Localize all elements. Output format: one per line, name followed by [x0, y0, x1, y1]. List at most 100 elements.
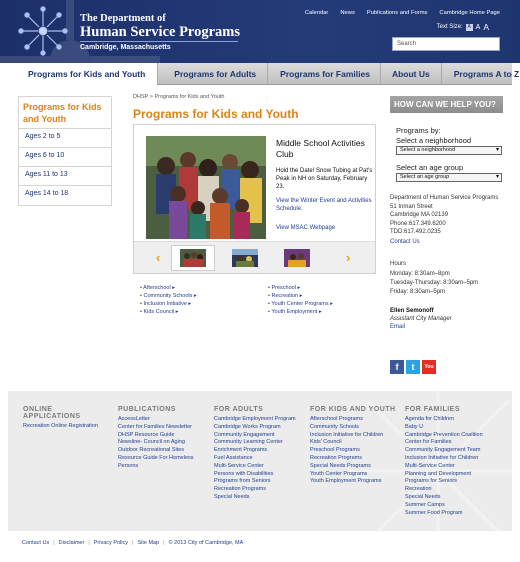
footer-link[interactable]: DHSP Resource Guide — [118, 432, 208, 440]
search-input[interactable]: Search — [392, 37, 500, 51]
youth-center-link[interactable]: Youth Center Programs ▸ — [268, 300, 333, 308]
footer-link[interactable]: Programs for Seniors — [405, 478, 500, 486]
footer-link[interactable]: AccessLetter — [118, 416, 208, 424]
footer-link[interactable]: Community Engagement — [214, 432, 304, 440]
youth-employment-link[interactable]: Youth Employment ▸ — [268, 308, 333, 316]
dept-name[interactable]: Human Service Programs — [80, 24, 240, 41]
text-size-large-button[interactable]: A — [483, 22, 489, 32]
footer-link[interactable]: Special Needs Programs — [310, 463, 405, 471]
footer-link[interactable]: Community Schools — [310, 424, 405, 432]
footer-link[interactable]: Summer Camps — [405, 502, 500, 510]
footer-link[interactable]: Community Engagement Team — [405, 447, 500, 455]
recreation-link[interactable]: Recreation ▸ — [268, 292, 333, 300]
site-map-link[interactable]: Site Map — [137, 540, 159, 546]
nav-programs-a-z[interactable]: Programs A to Z — [442, 63, 520, 85]
footer-link[interactable]: Multi-Service Center — [405, 463, 500, 471]
thumbnail-3[interactable] — [284, 249, 310, 267]
prev-arrow-icon[interactable]: ‹ — [156, 250, 160, 265]
nav-about-us[interactable]: About Us — [381, 63, 442, 85]
neighborhood-select[interactable]: Select a neighborhood — [396, 146, 502, 155]
email-link[interactable]: Email — [390, 323, 405, 331]
footer-link[interactable]: Fuel Assistance — [214, 455, 304, 463]
twitter-icon[interactable]: t — [406, 360, 420, 374]
sidebar-item-ages-6-10[interactable]: Ages 6 to 10 — [19, 148, 111, 167]
cambridge-home-link[interactable]: Cambridge Home Page — [439, 10, 500, 16]
footer-link[interactable]: Agenda for Children — [405, 416, 500, 424]
news-link[interactable]: News — [340, 10, 355, 16]
tdd-number: TDD:617.492.0235 — [390, 229, 441, 235]
facebook-icon[interactable]: f — [390, 360, 404, 374]
dept-title[interactable]: The Department of — [80, 13, 166, 24]
winter-schedule-link[interactable]: View the Winter Event and Activities Sch… — [276, 197, 376, 213]
feature-photo[interactable] — [146, 136, 266, 239]
nav-kids-youth[interactable]: Programs for Kids and Youth — [8, 63, 159, 85]
sidebar-item-ages-11-13[interactable]: Ages 11 to 13 — [19, 167, 111, 186]
footer-link[interactable]: Resource Guide For Homeless Persons — [118, 455, 208, 471]
footer-link[interactable]: Community Learning Center — [214, 439, 304, 447]
footer-link[interactable]: Center for Families — [405, 439, 500, 447]
youtube-icon[interactable]: You — [422, 360, 436, 374]
preschool-link[interactable]: Preschool ▸ — [268, 284, 333, 292]
footer-link[interactable]: Programs from Seniors — [214, 478, 304, 486]
footer-col-online-applications: ONLINE APPLICATIONS Recreation Online Re… — [23, 406, 103, 431]
afterschool-link[interactable]: Afterschool ▸ — [140, 284, 197, 292]
disclaimer-link[interactable]: Disclaimer — [59, 540, 85, 546]
footer-link[interactable]: Persons with Disabilities — [214, 471, 304, 479]
footer-link[interactable]: Enrichment Programs — [214, 447, 304, 455]
footer-link[interactable]: Recreation Programs — [214, 486, 304, 494]
privacy-policy-link[interactable]: Privacy Policy — [94, 540, 128, 546]
footer-link[interactable]: Baby U — [405, 424, 500, 432]
dhsp-logo-icon[interactable] — [18, 6, 68, 56]
footer-heading: FOR ADULTS — [214, 406, 264, 413]
footer-link[interactable]: Youth Center Programs — [310, 471, 405, 479]
footer-link[interactable]: Planning and Development — [405, 471, 500, 479]
footer-heading: PUBLICATIONS — [118, 406, 176, 413]
contact-us-footer-link[interactable]: Contact Us — [22, 540, 49, 546]
footer-link[interactable]: Youth Employment Programs — [310, 478, 405, 486]
footer-link[interactable]: Summer Food Program — [405, 510, 500, 518]
neighborhood-label: Select a neighborhood — [396, 136, 472, 145]
footer-link[interactable]: Inclusion Initiative for Children — [310, 432, 405, 440]
age-group-select[interactable]: Select an age group — [396, 173, 502, 182]
footer-link[interactable]: Preschool Programs — [310, 447, 405, 455]
main-nav: Programs for Kids and Youth Programs for… — [8, 63, 519, 85]
footer-link[interactable]: Cambridge Works Program — [214, 424, 304, 432]
footer-link[interactable]: Cambridge Prevention Coalition — [405, 432, 500, 440]
text-size-medium-button[interactable]: A — [476, 24, 481, 31]
next-arrow-icon[interactable]: › — [346, 250, 350, 265]
breadcrumb[interactable]: DHSP > Programs for Kids and Youth — [133, 94, 224, 100]
copyright[interactable]: © 2013 City of Cambridge, MA — [169, 540, 244, 546]
community-schools-link[interactable]: Community Schools ▸ — [140, 292, 196, 300]
footer-link[interactable]: Newsline- Council on Aging — [118, 439, 208, 447]
footer-link[interactable]: Special Needs — [405, 494, 500, 502]
footer-link[interactable]: Cambridge Employment Program — [214, 416, 304, 424]
footer-link[interactable]: Special Needs — [214, 494, 304, 502]
footer-link[interactable]: Recreation Programs — [310, 455, 405, 463]
footer-link[interactable]: Afterschool Programs — [310, 416, 405, 424]
sidebar-item-ages-2-5[interactable]: Ages 2 to 5 — [19, 129, 111, 148]
footer-link[interactable]: Multi-Service Center — [214, 463, 304, 471]
footer-link[interactable]: Recreation — [405, 486, 500, 494]
publications-link[interactable]: Publications and Forms — [367, 10, 428, 16]
footer-col-for-families: FOR FAMILIES Agenda for Children Baby U … — [405, 406, 500, 517]
footer-col-for-kids-youth: FOR KIDS AND YOUTH Afterschool Programs … — [310, 406, 405, 486]
footer-link[interactable]: Outdoor Recreational Sites — [118, 447, 208, 455]
sidebar-title[interactable]: Programs for Kids and Youth — [19, 97, 111, 129]
calendar-link[interactable]: Calendar — [305, 10, 329, 16]
text-size-small-button[interactable]: A — [465, 23, 473, 31]
nav-adults[interactable]: Programs for Adults — [158, 63, 269, 85]
kids-council-link[interactable]: Kids Council ▸ — [140, 308, 197, 316]
site-header: The Department of Human Service Programs… — [0, 0, 520, 63]
thumbnail-2[interactable] — [232, 249, 258, 267]
nav-families[interactable]: Programs for Families — [268, 63, 381, 85]
sidebar-item-ages-14-18[interactable]: Ages 14 to 18 — [19, 186, 111, 205]
footer-link[interactable]: Center for Families Newsletter — [118, 424, 208, 432]
footer-link[interactable]: Recreation Online Registration — [23, 423, 103, 431]
contact-us-link[interactable]: Contact Us — [390, 238, 420, 246]
feature-body: Hold the Date! Snow Tubing at Pat's Peak… — [276, 168, 373, 190]
inclusion-initiative-link[interactable]: Inclusion Initiative ▸ — [140, 300, 197, 308]
msac-webpage-link[interactable]: View MSAC Webpage — [276, 225, 335, 231]
footer-link[interactable]: Kids' Council — [310, 439, 405, 447]
footer-link[interactable]: Inclusion Initiative for Children — [405, 455, 500, 463]
thumbnail-1[interactable] — [180, 249, 206, 267]
